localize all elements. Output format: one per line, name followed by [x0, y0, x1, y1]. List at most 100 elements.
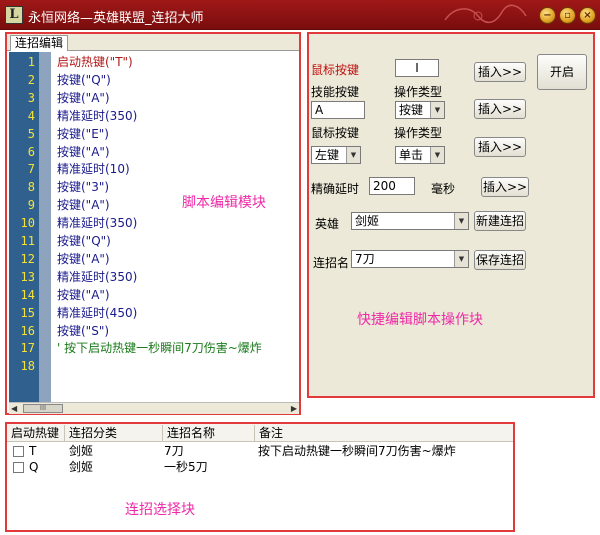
- line-number: 17: [20, 341, 35, 356]
- column-header-name[interactable]: 连招名称: [163, 425, 255, 441]
- chevron-down-icon[interactable]: ▼: [430, 102, 444, 118]
- line-number: 8: [27, 180, 35, 195]
- chevron-down-icon[interactable]: ▼: [454, 251, 468, 267]
- line-number: 18: [20, 359, 35, 374]
- minimize-button[interactable]: −: [539, 7, 556, 24]
- insert-skill-key-button[interactable]: 插入>>: [474, 99, 526, 119]
- code-line: 按键("S"): [57, 323, 110, 338]
- combo-list-header: 启动热键 连招分类 连招名称 备注: [7, 424, 513, 442]
- quick-edit-panel: 鼠标按键 I 插入>> 开启 技能按键 操作类型 A 按键 ▼ 插入>> 鼠标按…: [307, 32, 595, 398]
- code-line: 按键("A"): [57, 287, 110, 302]
- row-name: 7刀: [164, 444, 184, 458]
- mouse-button-select[interactable]: 左键 ▼: [311, 146, 361, 164]
- code-line: 精准延时(10): [57, 162, 130, 177]
- scroll-left-icon[interactable]: ◀: [11, 404, 17, 413]
- mouse-key-input[interactable]: I: [395, 59, 439, 77]
- chevron-down-icon[interactable]: ▼: [454, 213, 468, 229]
- line-number: 14: [20, 287, 35, 302]
- click-type-select[interactable]: 单击 ▼: [395, 146, 445, 164]
- code-line: 按键("Q"): [57, 234, 111, 248]
- insert-mouse-key-button[interactable]: 插入>>: [474, 62, 526, 82]
- insert-delay-button[interactable]: 插入>>: [481, 177, 529, 197]
- code-line: 精准延时(450): [57, 305, 138, 320]
- line-number: 4: [27, 108, 35, 123]
- tab-combo-edit[interactable]: 连招编辑: [10, 35, 69, 51]
- editor-annotation: 脚本编辑模块: [182, 195, 266, 211]
- hero-label: 英雄: [315, 217, 340, 231]
- close-button[interactable]: ×: [579, 7, 596, 24]
- mouse-key-label-2: 鼠标按键: [311, 126, 360, 140]
- chevron-down-icon[interactable]: ▼: [430, 147, 444, 163]
- line-number: 5: [27, 126, 35, 141]
- start-button[interactable]: 开启: [537, 54, 587, 90]
- line-number: 7: [27, 162, 35, 177]
- row-note: 按下启动热键一秒瞬间7刀伤害~爆炸: [258, 444, 456, 458]
- skill-key-input[interactable]: A: [311, 101, 365, 119]
- column-header-hotkey[interactable]: 启动热键: [7, 425, 65, 441]
- mouse-button-value: 左键: [315, 148, 340, 162]
- line-number: 6: [27, 144, 35, 159]
- code-line: 按键("Q"): [57, 72, 111, 87]
- row-hotkey: Q: [29, 460, 39, 474]
- line-number: 2: [27, 72, 35, 87]
- code-area[interactable]: 启动热键("T") 按键("Q") 按键("A") 精准延时(350) 按键("E") 按…: [51, 52, 297, 402]
- insert-mouse-button-button[interactable]: 插入>>: [474, 137, 526, 157]
- line-number: 15: [20, 305, 35, 320]
- title-bar: L 永恒网络—英雄联盟_连招大师 − ▫ ×: [0, 0, 600, 30]
- chevron-down-icon[interactable]: ▼: [346, 147, 360, 163]
- delay-input[interactable]: 200: [369, 177, 415, 195]
- horizontal-scrollbar[interactable]: ◀ III ▶: [9, 402, 299, 414]
- save-combo-button[interactable]: 保存连招: [474, 250, 526, 270]
- line-number: 1: [27, 55, 35, 69]
- row-checkbox[interactable]: [13, 462, 24, 473]
- op-type-select[interactable]: 按键 ▼: [395, 101, 445, 119]
- scroll-right-icon[interactable]: ▶: [291, 404, 297, 413]
- hero-value: 剑姬: [355, 214, 380, 228]
- line-number: 10: [20, 216, 35, 231]
- combo-name-select[interactable]: 7刀 ▼: [351, 250, 469, 268]
- new-combo-button[interactable]: 新建连招: [474, 211, 526, 231]
- delay-label: 精确延时: [311, 182, 360, 196]
- code-line: 按键("A"): [57, 198, 110, 213]
- hero-select[interactable]: 剑姬 ▼: [351, 212, 469, 230]
- op-type-label-2: 操作类型: [394, 126, 443, 140]
- line-number: 11: [20, 234, 35, 248]
- gutter-margin: [39, 52, 51, 402]
- maximize-button[interactable]: ▫: [559, 7, 576, 24]
- code-line: 启动热键("T"): [57, 55, 133, 69]
- editor-tab-strip: 连招编辑: [7, 34, 299, 51]
- code-line: 按键("E"): [57, 126, 109, 141]
- skill-key-label: 技能按键: [311, 85, 360, 99]
- row-category: 剑姬: [69, 460, 94, 474]
- window-title: 永恒网络—英雄联盟_连招大师: [28, 11, 204, 26]
- line-number: 13: [20, 269, 35, 284]
- scroll-thumb[interactable]: III: [23, 404, 63, 413]
- code-line: ' 按下启动热键一秒瞬间7刀伤害~爆炸: [57, 341, 262, 356]
- script-editor-panel: 连招编辑 1 2 3 4 5 6 7 8 9 10 11 12 13 14 15 16 17 18 启动热键("T…: [5, 32, 301, 415]
- column-header-category[interactable]: 连招分类: [65, 425, 163, 441]
- code-line: 精准延时(350): [57, 216, 138, 231]
- line-number: 16: [20, 323, 35, 338]
- code-line: 按键("A"): [57, 251, 110, 266]
- mouse-key-label: 鼠标按键: [311, 63, 360, 77]
- app-logo-icon: L: [5, 6, 23, 24]
- code-line: 按键("3"): [57, 180, 110, 195]
- quick-edit-annotation: 快捷编辑脚本操作块: [357, 312, 483, 328]
- table-row[interactable]: Q 剑姬 一秒5刀: [7, 460, 513, 475]
- row-checkbox[interactable]: [13, 446, 24, 457]
- line-number: 9: [27, 198, 35, 213]
- combo-list-panel: 启动热键 连招分类 连招名称 备注 T 剑姬 7刀 按下启动热键一秒瞬间7刀伤害…: [5, 422, 515, 532]
- column-header-note[interactable]: 备注: [255, 425, 513, 441]
- code-line: 按键("A"): [57, 90, 110, 105]
- line-number: 12: [20, 251, 35, 266]
- op-type-value: 按键: [399, 103, 424, 117]
- code-line: 精准延时(350): [57, 108, 138, 123]
- combo-name-value: 7刀: [355, 252, 375, 266]
- row-hotkey: T: [29, 444, 37, 458]
- combo-list-annotation: 连招选择块: [125, 502, 195, 518]
- row-name: 一秒5刀: [164, 460, 208, 474]
- op-type-label: 操作类型: [394, 85, 443, 99]
- table-row[interactable]: T 剑姬 7刀 按下启动热键一秒瞬间7刀伤害~爆炸: [7, 444, 513, 459]
- code-line: 精准延时(350): [57, 269, 138, 284]
- line-number-gutter: 1 2 3 4 5 6 7 8 9 10 11 12 13 14 15 16 17 18: [9, 52, 39, 402]
